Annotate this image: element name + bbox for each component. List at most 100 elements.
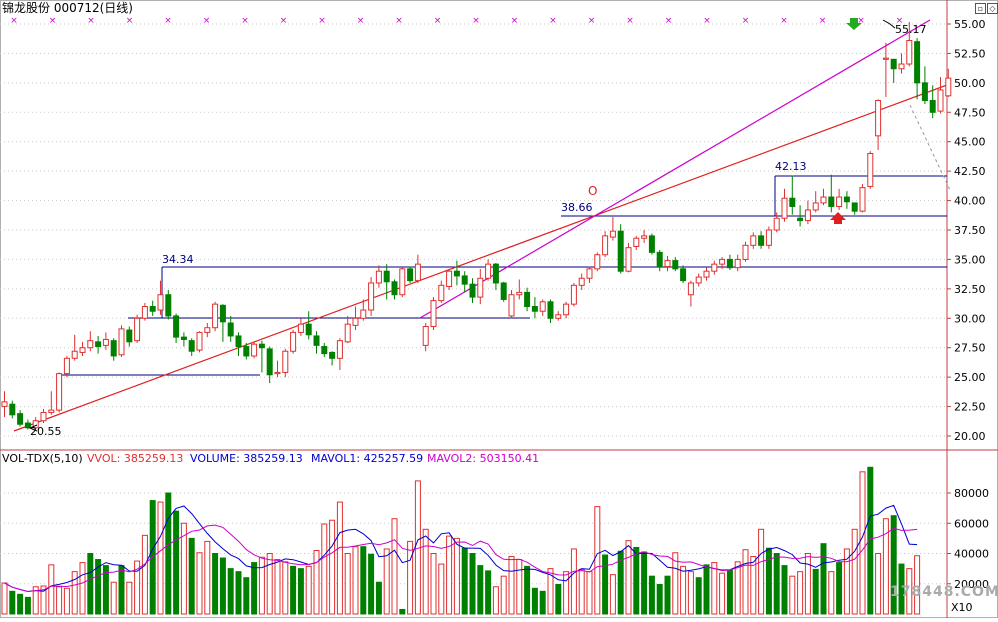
volume-bar (1, 582, 8, 615)
candle-body (461, 275, 468, 285)
candle-body (391, 281, 398, 296)
candle-body (173, 315, 180, 338)
volume-bar (24, 596, 31, 615)
volume-bar (672, 552, 679, 615)
candle-body (617, 230, 624, 272)
candle-body (180, 336, 187, 340)
volume-bar (789, 575, 796, 615)
candle-body (63, 357, 70, 375)
volume-bar (586, 571, 593, 615)
candle-body (875, 100, 882, 137)
candle-body (485, 263, 492, 279)
volume-bar (79, 562, 86, 615)
candle-body (719, 258, 726, 265)
minimize-icon[interactable]: ▫ (975, 3, 986, 14)
volume-bar (555, 584, 562, 615)
signal-marker: × (472, 16, 480, 26)
candle-body (134, 317, 141, 342)
candle-body (95, 341, 102, 348)
volume-bar (711, 562, 718, 615)
volume-bar (641, 551, 648, 615)
volume-bar (524, 565, 531, 615)
volume-bar (227, 568, 234, 615)
volume-bar (602, 554, 609, 615)
volume-bar (859, 471, 866, 615)
candle-body (789, 197, 796, 207)
volume-bar (196, 552, 203, 615)
up-arrow-icon (830, 212, 846, 224)
restore-icon[interactable]: ◇ (987, 3, 998, 14)
volume-bar (48, 564, 55, 615)
candle-body (570, 284, 577, 305)
candle-body (212, 303, 219, 329)
signal-marker: × (665, 16, 673, 26)
volume-bar (391, 518, 398, 615)
signal-marker: × (49, 16, 57, 26)
candle-body (227, 322, 234, 337)
candle-body (477, 277, 484, 298)
candle-body (508, 294, 515, 317)
candle-body (87, 340, 94, 349)
candle-body (102, 338, 109, 346)
candle-body (734, 258, 741, 269)
candle-body (820, 196, 827, 204)
volume-bar (258, 556, 265, 615)
candle-body (79, 347, 86, 353)
signal-marker: × (742, 16, 750, 26)
window-title: 锦龙股份 000712(日线) (2, 1, 133, 15)
candle-body (586, 268, 593, 279)
candle-body (609, 230, 616, 238)
volume-bar (173, 510, 180, 615)
candle-body (438, 284, 445, 302)
volume-bar (695, 577, 702, 615)
candle-body (531, 306, 538, 312)
candle-body (157, 294, 164, 311)
volume-bar (290, 565, 297, 615)
price-tick-label: 52.50 (954, 47, 986, 60)
signal-marker: × (511, 16, 519, 26)
price-tick-label: 30.00 (954, 312, 986, 325)
candle-body (430, 300, 437, 328)
candle-body (274, 371, 281, 375)
volume-bar (212, 553, 219, 615)
volume-bar (438, 563, 445, 615)
candle-body (648, 235, 655, 253)
volume-bar (742, 549, 749, 615)
signal-marker: × (703, 16, 711, 26)
volume-bar (87, 553, 94, 615)
candle-body (555, 314, 562, 319)
volume-bar (812, 568, 819, 615)
kline-chart[interactable]: 55.00 52.50 50.00 47.50 45.00 42.50 40.00 37.50… (0, 0, 998, 618)
candle-body (204, 327, 211, 333)
candle-body (867, 152, 874, 187)
candle-body (243, 346, 250, 357)
candle-body (40, 411, 47, 422)
candle-body (929, 100, 936, 113)
price-tick-label: 22.50 (954, 401, 986, 414)
candle-body (266, 348, 273, 376)
candle-body (633, 237, 640, 247)
chart-canvas[interactable]: 55.00 52.50 50.00 47.50 45.00 42.50 40.00 37.50… (0, 0, 998, 618)
volume-bar (407, 540, 414, 615)
candle-body (407, 268, 414, 282)
volume-bar (352, 546, 359, 615)
price-tick-label: 40.00 (954, 195, 986, 208)
candle-body (703, 270, 710, 278)
volume-bar (726, 569, 733, 615)
volume-bar (797, 571, 804, 615)
candle-body (329, 351, 336, 359)
volume-bar (375, 581, 382, 615)
candle-body (110, 340, 117, 357)
mavol1-line (4, 504, 918, 593)
signal-marker: × (434, 16, 442, 26)
volume-bar (422, 528, 429, 615)
volume-bar (875, 553, 882, 615)
candle-body (563, 303, 570, 316)
candle-body (290, 331, 297, 352)
volume-bar (508, 556, 515, 615)
volume-bar (360, 546, 367, 615)
volume-bar (703, 564, 710, 615)
volume-bar (56, 586, 63, 615)
candle-body (882, 57, 889, 60)
volume-bar (680, 565, 687, 615)
